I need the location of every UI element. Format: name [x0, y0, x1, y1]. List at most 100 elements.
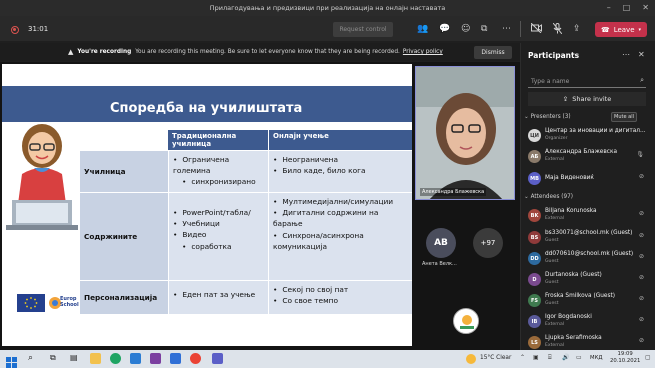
participant-row[interactable]: LS Ljupka Serafimoska External ⊘ — [528, 334, 648, 350]
input-language[interactable]: МКД — [590, 355, 602, 361]
dismiss-button[interactable]: Dismiss — [474, 46, 512, 59]
todo-icon[interactable] — [170, 353, 181, 364]
request-control-button[interactable]: Request control — [333, 22, 393, 37]
search-icon[interactable]: ⌕ — [28, 353, 39, 364]
mic-icon: 🎙 — [636, 151, 644, 158]
table-cell: Ограничена големина синхронизирано — [168, 151, 268, 192]
search-placeholder: Type a name — [531, 77, 570, 85]
warning-icon: ▲ — [68, 48, 74, 56]
row-label: Персонализација — [80, 281, 168, 314]
search-icon: ⌕ — [640, 76, 644, 84]
participant-row[interactable]: IB Igor Bogdanoski External ⊘ — [528, 313, 648, 333]
more-options-icon[interactable]: ⋯ — [622, 50, 630, 59]
chevron-down-icon: ⌄ — [524, 194, 531, 200]
participant-logo-tile — [453, 308, 479, 334]
list-item: Неограничена — [273, 154, 408, 165]
table-header-row: Традиционална училница Онлајн учење — [80, 130, 412, 151]
edge-icon[interactable] — [110, 353, 121, 364]
participant-name: Biljana Korunoska — [545, 208, 597, 214]
notifications-icon[interactable]: ▢ — [645, 354, 651, 361]
chat-icon[interactable]: 💬 — [439, 23, 450, 35]
more-participants-badge[interactable]: +97 — [473, 228, 503, 258]
clock[interactable]: 19:09 20.10.2021 — [610, 351, 640, 365]
shared-screen: Споредба на училиштата Традиционална учи… — [2, 64, 412, 346]
share-invite-button[interactable]: ⇪ Share invite — [528, 92, 646, 106]
widgets-icon[interactable]: ▤ — [70, 353, 81, 364]
mic-off-icon[interactable] — [552, 22, 563, 38]
participant-row[interactable]: АБ Александра Блажевска External 🎙 — [528, 148, 648, 168]
table-cell: PowerPoint/табла/ Учебници Видео соработ… — [168, 193, 268, 280]
leave-button[interactable]: ☎ Leave ▾ — [595, 22, 647, 37]
mic-off-icon: ⊘ — [638, 173, 644, 180]
reactions-icon[interactable]: ☺ — [461, 23, 470, 35]
avatar: IB — [528, 315, 541, 328]
attendees-section-header[interactable]: ⌄ Attendees (97) — [524, 194, 573, 200]
participant-row[interactable]: BK Biljana Korunoska External ⊘ — [528, 207, 648, 227]
teams-icon[interactable] — [212, 353, 223, 364]
battery-icon[interactable]: ▭ — [576, 354, 582, 361]
camera-off-icon[interactable] — [530, 22, 542, 37]
participant-row[interactable]: D Durtanoska (Guest) Guest ⊘ — [528, 271, 648, 291]
video-name-label: Александра Блажевска — [420, 188, 487, 196]
participant-row[interactable]: ЦИ Центар за иновации и дигитал... Organ… — [528, 127, 648, 147]
volume-icon[interactable]: 🔊 — [562, 354, 569, 361]
rooms-icon[interactable]: ⧉ — [481, 23, 487, 35]
participant-row[interactable]: DD dd070610@school.mk (Guest) Guest ⊘ — [528, 250, 648, 270]
close-panel-icon[interactable]: ✕ — [638, 50, 645, 59]
teacher-cartoon-image — [6, 124, 78, 230]
avatar: BK — [528, 209, 541, 222]
participant-row[interactable]: FS Froska Smilkova (Guest) Guest ⊘ — [528, 292, 648, 312]
list-item: Дигитални содржини на барање — [273, 207, 408, 229]
presenters-section-header[interactable]: ⌄ Presenters (3) — [524, 114, 571, 120]
onenote-icon[interactable] — [150, 353, 161, 364]
network-icon[interactable]: ⌸ — [548, 354, 552, 362]
participant-name: Маја Виденовиќ — [545, 175, 594, 181]
attendees-header-label: Attendees (97) — [530, 194, 573, 200]
presenter-video-tile[interactable]: Александра Блажевска — [415, 66, 515, 200]
participant-name: Ljupka Serafimoska — [545, 335, 602, 341]
chevron-up-icon[interactable]: ⌃ — [520, 354, 525, 361]
participant-name: dd070610@school.mk (Guest) — [545, 251, 634, 257]
file-explorer-icon[interactable] — [90, 353, 101, 364]
chrome-icon[interactable] — [190, 353, 201, 364]
presenter-name-label: Александра Блажевска — [8, 335, 81, 341]
list-item: соработка — [173, 241, 264, 252]
minimize-icon[interactable]: – — [607, 3, 611, 12]
participant-row[interactable]: BS bs330071@school.mk (Guest) Guest ⊘ — [528, 229, 648, 249]
participant-name: Igor Bogdanoski — [545, 314, 592, 320]
participant-avatar-ab[interactable]: AB — [426, 228, 456, 258]
teams-tray-icon[interactable]: ▣ — [533, 354, 539, 361]
store-icon[interactable] — [130, 353, 141, 364]
list-item: синхронизирано — [173, 176, 264, 187]
close-icon[interactable]: ✕ — [642, 3, 649, 12]
mic-off-icon: ⊘ — [638, 316, 644, 323]
weather-text: 15°C Clear — [480, 355, 512, 361]
title-bar: Прилагодувања и предизвици при реализаци… — [0, 0, 655, 16]
maximize-icon[interactable]: □ — [623, 3, 631, 12]
table-row: Персонализација Еден пат за учење Секој … — [80, 281, 412, 315]
list-item: PowerPoint/табла/ — [173, 207, 264, 218]
europ-school-logo: Europ School — [48, 294, 79, 312]
leave-label: Leave — [613, 25, 635, 34]
participant-role: External — [545, 322, 565, 327]
participant-tile-name: Анета Велк... — [422, 261, 457, 267]
windows-start-icon[interactable] — [6, 353, 17, 368]
mic-off-icon: ⊘ — [638, 274, 644, 281]
list-item: Секој по свој пат — [273, 284, 408, 295]
share-tray-icon[interactable]: ⇪ — [573, 23, 581, 35]
list-item: Мултимедијални/симулации — [273, 196, 408, 207]
recording-banner: ▲ You're recording You are recording thi… — [0, 43, 520, 61]
avatar: LS — [528, 336, 541, 349]
clock-date: 20.10.2021 — [610, 358, 641, 364]
more-actions-icon[interactable]: ⋯ — [502, 23, 511, 35]
table-header-empty — [80, 130, 168, 150]
slide-top-bar — [2, 86, 412, 94]
privacy-policy-link[interactable]: Privacy policy — [403, 49, 443, 55]
participant-role: External — [545, 157, 565, 162]
participant-row[interactable]: МВ Маја Виденовиќ ⊘ — [528, 170, 648, 190]
list-item: Видео — [173, 229, 264, 240]
mute-all-button[interactable]: Mute all — [611, 112, 637, 122]
participant-search-input[interactable]: Type a name ⌕ — [528, 75, 646, 88]
participants-icon[interactable]: 👥 — [417, 23, 428, 35]
task-view-icon[interactable]: ⧉ — [50, 353, 61, 364]
